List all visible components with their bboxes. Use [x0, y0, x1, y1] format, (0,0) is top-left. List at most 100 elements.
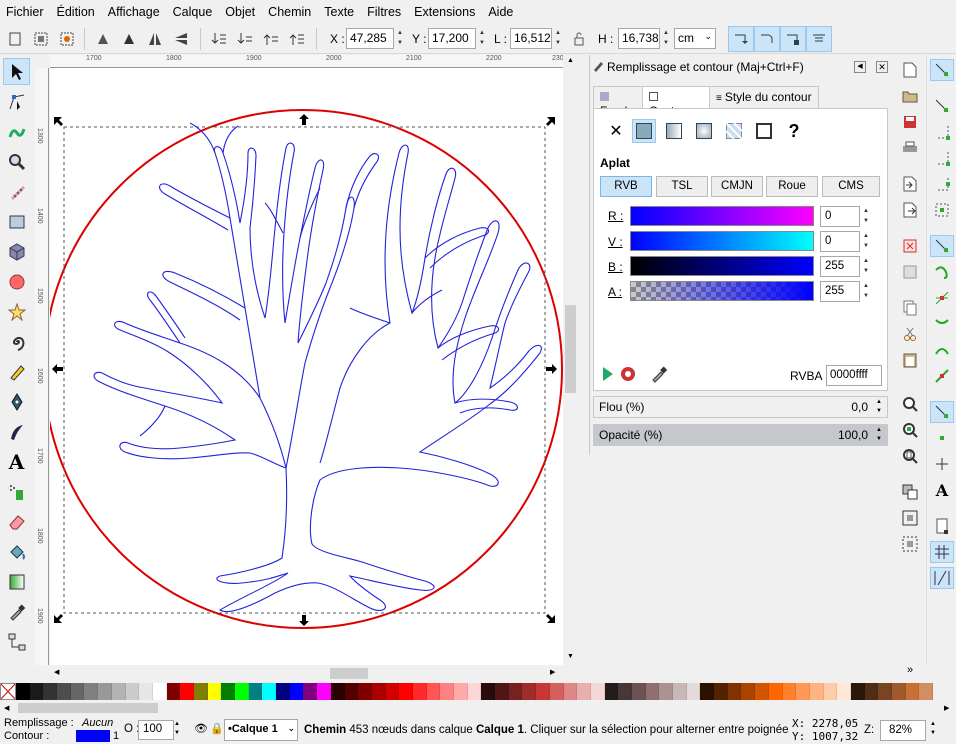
menu-calque[interactable]: Calque	[173, 5, 213, 19]
more-commands-icon[interactable]: »	[898, 659, 922, 681]
opacity-spinner[interactable]: ▲ ▼	[174, 720, 180, 738]
palette-swatch[interactable]	[440, 683, 454, 700]
tree-path[interactable]	[93, 122, 542, 612]
blue-slider[interactable]	[630, 256, 814, 276]
menu-fichier[interactable]: Fichier	[6, 5, 44, 19]
ellipse-tool-icon[interactable]	[3, 268, 30, 295]
palette-swatch[interactable]	[837, 683, 851, 700]
rectangle-tool-icon[interactable]	[3, 208, 30, 235]
palette-swatch[interactable]	[481, 683, 496, 700]
green-slider[interactable]	[630, 231, 814, 251]
palette-swatch[interactable]	[399, 683, 413, 700]
red-slider[interactable]	[630, 206, 814, 226]
snap-bbox-midpoint-icon[interactable]	[930, 173, 954, 195]
mode-cms-button[interactable]: CMS	[822, 176, 880, 197]
no-color-swatch[interactable]	[0, 683, 16, 700]
palette-swatch[interactable]	[371, 683, 386, 700]
opacity-input[interactable]: 100	[138, 720, 174, 740]
copy-icon[interactable]	[898, 297, 922, 319]
paint-bucket-tool-icon[interactable]	[3, 538, 30, 565]
palette-swatch[interactable]	[878, 683, 892, 700]
snap-page-border-icon[interactable]	[930, 515, 954, 537]
move-gradients-toggle[interactable]	[780, 26, 806, 52]
opacity-row[interactable]: Opacité (%) 100,0	[593, 424, 888, 446]
lower-to-bottom-icon[interactable]	[208, 28, 230, 50]
eraser-tool-icon[interactable]	[3, 508, 30, 535]
pen-tool-icon[interactable]	[3, 388, 30, 415]
save-icon[interactable]	[898, 111, 922, 133]
pencil-tool-icon[interactable]	[3, 358, 30, 385]
palette-swatch[interactable]	[700, 683, 715, 700]
palette-swatch[interactable]	[659, 683, 673, 700]
palette-swatch[interactable]	[139, 683, 153, 700]
rgba-input[interactable]: 0000ffff	[826, 365, 882, 386]
zoom-tool-icon[interactable]	[3, 148, 30, 175]
deselect-icon[interactable]	[56, 28, 78, 50]
palette-swatch[interactable]	[412, 683, 427, 700]
palette-swatch[interactable]	[508, 683, 523, 700]
menu-affichage[interactable]: Affichage	[108, 5, 160, 19]
palette-swatch[interactable]	[809, 683, 824, 700]
palette-swatch[interactable]	[125, 683, 140, 700]
palette-swatch[interactable]	[221, 683, 235, 700]
tab-stroke-paint[interactable]: Contour	[642, 86, 710, 118]
palette-swatch[interactable]	[358, 683, 372, 700]
green-value[interactable]: 0	[820, 231, 860, 252]
unit-select[interactable]: cm ⌄	[674, 28, 716, 49]
palette-swatch[interactable]	[919, 683, 934, 700]
palette-swatch[interactable]	[673, 683, 687, 700]
mode-rgb-button[interactable]: RVB	[600, 176, 652, 197]
no-paint-icon[interactable]: ✕	[604, 119, 628, 143]
palette-swatch[interactable]	[577, 683, 591, 700]
paste-icon[interactable]	[898, 349, 922, 371]
palette-swatch[interactable]	[385, 683, 400, 700]
snap-smooth-icon[interactable]	[930, 339, 954, 361]
lock-ratio-icon[interactable]	[568, 28, 590, 50]
flip-horizontal-icon[interactable]	[144, 28, 166, 50]
stroke-indicator[interactable]	[76, 730, 110, 742]
palette-swatch[interactable]	[330, 683, 345, 700]
palette-swatch[interactable]	[536, 683, 550, 700]
palette-swatch[interactable]	[84, 683, 99, 700]
palette-swatch[interactable]	[522, 683, 537, 700]
spiral-tool-icon[interactable]	[3, 328, 30, 355]
snap-nodes-icon[interactable]	[930, 235, 954, 257]
palette-swatch[interactable]	[180, 683, 194, 700]
snap-bbox-icon[interactable]	[930, 95, 954, 117]
duplicate-icon[interactable]	[898, 481, 922, 503]
connector-tool-icon[interactable]	[3, 628, 30, 655]
dropper-tool-icon[interactable]	[3, 598, 30, 625]
flat-color-icon[interactable]	[632, 119, 656, 143]
flip-vertical-icon[interactable]	[170, 28, 192, 50]
palette-swatch[interactable]	[289, 683, 304, 700]
palette-scrollbar[interactable]: ◀ ▶	[0, 700, 956, 716]
horizontal-scroll-thumb[interactable]	[330, 668, 368, 679]
snap-cusp-icon[interactable]	[930, 313, 954, 335]
palette-swatch[interactable]	[755, 683, 769, 700]
dialog-close-icon[interactable]: ✕	[876, 61, 888, 73]
red-value[interactable]: 0	[820, 206, 860, 227]
menu-aide[interactable]: Aide	[488, 5, 513, 19]
palette-swatch[interactable]	[43, 683, 58, 700]
calligraphy-tool-icon[interactable]	[3, 418, 30, 445]
horizontal-scrollbar[interactable]: ◀ ▶	[50, 665, 564, 682]
scroll-right-icon[interactable]: ▶	[550, 668, 555, 676]
snap-bbox-corner-icon[interactable]	[930, 147, 954, 169]
zoom-page-icon[interactable]	[898, 445, 922, 467]
snap-bbox-center-icon[interactable]	[930, 199, 954, 221]
fill-indicator[interactable]: Aucun	[82, 717, 113, 729]
blur-value[interactable]: 0,0	[851, 400, 868, 414]
palette-swatch[interactable]	[16, 683, 30, 700]
palette-swatch[interactable]	[344, 683, 359, 700]
move-patterns-toggle[interactable]	[806, 26, 832, 52]
pattern-icon[interactable]	[722, 119, 746, 143]
zoom-drawing-icon[interactable]	[898, 419, 922, 441]
redo-icon[interactable]	[898, 261, 922, 283]
width-input[interactable]: 16,512	[510, 28, 552, 49]
palette-swatch[interactable]	[70, 683, 85, 700]
artwork[interactable]	[50, 68, 563, 665]
scroll-left-icon[interactable]: ◀	[54, 668, 59, 676]
menu-texte[interactable]: Texte	[324, 5, 354, 19]
layer-select[interactable]: •Calque 1 ⌄	[224, 719, 298, 741]
snap-paths-icon[interactable]	[930, 261, 954, 283]
